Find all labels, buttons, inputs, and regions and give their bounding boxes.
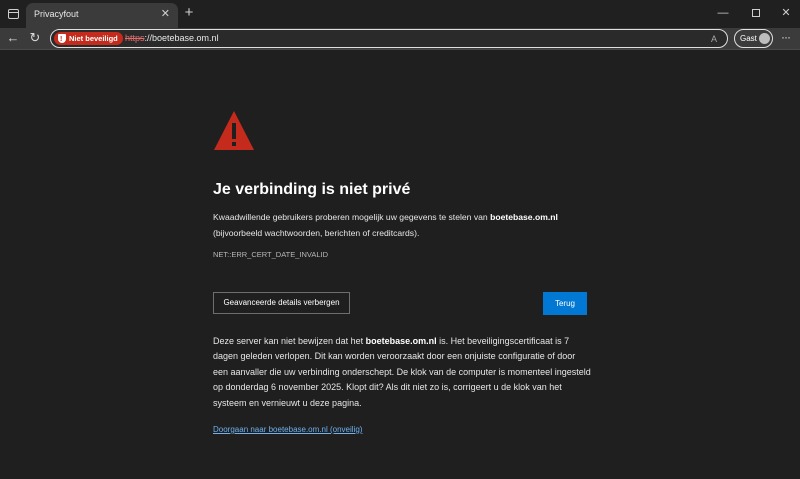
profile-button[interactable]: Gast <box>734 29 773 48</box>
back-arrow-icon[interactable]: ← <box>5 30 21 46</box>
maximize-icon[interactable] <box>745 5 767 21</box>
page-title: Je verbinding is niet privé <box>213 181 411 198</box>
close-icon[interactable]: ✕ <box>161 7 170 21</box>
reload-icon[interactable]: ↻ <box>27 30 43 46</box>
warning-icon <box>214 111 254 150</box>
profile-label: Gast <box>740 34 757 43</box>
url-protocol: https <box>125 33 145 43</box>
detail-suffix: is. Het beveiligingscertificaat is 7 dag… <box>213 336 591 408</box>
error-page: Je verbinding is niet privé Kwaadwillend… <box>0 51 800 479</box>
avatar <box>759 33 770 44</box>
error-description: Kwaadwillende gebruikers proberen mogeli… <box>213 210 593 241</box>
window-close-icon[interactable]: ✕ <box>775 5 797 21</box>
not-secure-label: Niet beveiligd <box>69 34 118 43</box>
detail-domain: boetebase.om.nl <box>365 336 437 346</box>
detail-prefix: Deze server kan niet bewijzen dat het <box>213 336 366 346</box>
proceed-unsafe-link[interactable]: Doorgaan naar boetebase.om.nl (onveilig) <box>213 425 362 434</box>
url-text[interactable]: https://boetebase.om.nl <box>125 33 219 43</box>
shield-warning-icon <box>58 33 66 46</box>
toolbar: ← ↻ Niet beveiligd https://boetebase.om.… <box>0 28 800 50</box>
back-button[interactable]: Terug <box>543 292 587 315</box>
hide-advanced-button[interactable]: Geavanceerde details verbergen <box>213 292 350 314</box>
tab-actions-icon[interactable] <box>8 9 19 19</box>
error-code: NET::ERR_CERT_DATE_INVALID <box>213 250 329 259</box>
url-host: ://boetebase.om.nl <box>144 33 219 43</box>
desc-suffix: (bijvoorbeeld wachtwoorden, berichten of… <box>213 227 420 238</box>
read-aloud-icon[interactable]: A <box>711 32 717 46</box>
desc-prefix: Kwaadwillende gebruikers proberen mogeli… <box>213 212 491 222</box>
tab-privacy-error[interactable]: Privacyfout ✕ <box>26 3 178 28</box>
new-tab-icon[interactable]: + <box>182 4 196 22</box>
minimize-icon[interactable]: — <box>712 5 734 21</box>
not-secure-badge[interactable]: Niet beveiligd <box>54 32 123 46</box>
tab-title: Privacyfout <box>34 9 79 19</box>
advanced-details: Deze server kan niet bewijzen dat het bo… <box>213 334 591 411</box>
address-bar[interactable]: Niet beveiligd https://boetebase.om.nl A <box>50 29 728 48</box>
more-icon[interactable]: ··· <box>781 30 791 44</box>
title-bar: Privacyfout ✕ + — ✕ <box>0 0 800 28</box>
desc-domain: boetebase.om.nl <box>490 212 558 222</box>
